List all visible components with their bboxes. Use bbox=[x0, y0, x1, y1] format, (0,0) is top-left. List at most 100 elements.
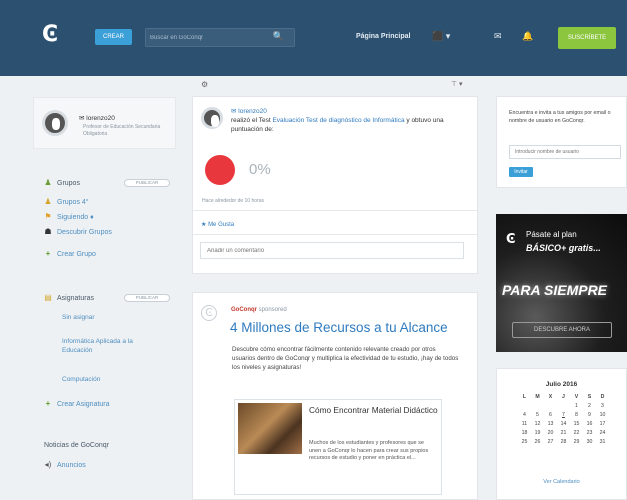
sidebar-subject-computacion[interactable]: Computación bbox=[62, 375, 100, 384]
sidebar-item-create-group[interactable]: + Crear Grupo bbox=[44, 249, 96, 258]
post-avatar[interactable] bbox=[201, 107, 223, 129]
profile-avatar[interactable] bbox=[42, 110, 68, 136]
calendar-day[interactable]: 28 bbox=[557, 438, 570, 446]
calendar-day[interactable]: 24 bbox=[596, 429, 609, 437]
sidebar-subjects-heading[interactable]: ▤ Asignaturas bbox=[44, 293, 94, 302]
calendar-empty bbox=[518, 402, 531, 410]
username-input[interactable] bbox=[509, 145, 621, 159]
find-friends-text: Encuentra e invita a tus amigos por emai… bbox=[509, 110, 611, 124]
feed-settings-icon[interactable]: ⚙ bbox=[201, 80, 208, 89]
promo-title[interactable]: Cómo Encontrar Material Didáctico bbox=[309, 405, 439, 415]
calendar-day[interactable]: 20 bbox=[544, 429, 557, 437]
calendar-day[interactable]: 4 bbox=[518, 411, 531, 419]
post-author[interactable]: ✉ lorenzo20 bbox=[231, 108, 267, 115]
calendar-empty bbox=[557, 402, 570, 410]
calendar-day[interactable]: 29 bbox=[570, 438, 583, 446]
like-button[interactable]: ★ Me Gusta bbox=[201, 221, 234, 228]
comment-input[interactable] bbox=[200, 242, 464, 259]
search-box: 🔍 bbox=[145, 28, 295, 47]
subjects-publish-pill[interactable]: PUBLICAR bbox=[124, 294, 170, 302]
notifications-icon[interactable]: 🔔 bbox=[522, 31, 533, 42]
flag-icon: ⚑ bbox=[44, 212, 52, 221]
calendar-day[interactable]: 19 bbox=[531, 429, 544, 437]
plus-icon: + bbox=[45, 399, 51, 408]
calendar-day[interactable]: 5 bbox=[531, 411, 544, 419]
comment-divider bbox=[193, 234, 477, 235]
banner-headline: PARA SIEMPRE bbox=[502, 282, 608, 298]
home-link[interactable]: Página Principal bbox=[356, 33, 410, 40]
sidebar-item-announcements[interactable]: ◂) Anuncios bbox=[44, 460, 86, 469]
feed-filter-icon[interactable]: ⊤ ▾ bbox=[451, 80, 463, 88]
sponsored-body: Descubre cómo encontrar fácilmente conte… bbox=[232, 346, 459, 371]
calendar-day[interactable]: 12 bbox=[531, 420, 544, 428]
calendar-empty bbox=[544, 402, 557, 410]
test-link[interactable]: Evaluación Test de diagnóstico de Inform… bbox=[272, 117, 404, 124]
sidebar-item-group-4[interactable]: ♟ Grupos 4° bbox=[44, 197, 88, 206]
view-calendar-link[interactable]: Ver Calendario bbox=[497, 479, 626, 485]
calendar-day[interactable]: 30 bbox=[583, 438, 596, 446]
calendar-day[interactable]: 6 bbox=[544, 411, 557, 419]
calendar-day[interactable]: 9 bbox=[583, 411, 596, 419]
search-input[interactable] bbox=[150, 32, 275, 44]
calendar-day[interactable]: 21 bbox=[557, 429, 570, 437]
sidebar-item-discover-groups[interactable]: ☗ Descubrir Grupos bbox=[44, 227, 111, 236]
create-button[interactable]: CREAR bbox=[95, 29, 132, 45]
promo-article-card[interactable]: Cómo Encontrar Material Didáctico Muchos… bbox=[234, 399, 442, 495]
calendar-weekday: X bbox=[548, 394, 553, 400]
calendar-day[interactable]: 10 bbox=[596, 411, 609, 419]
subscribe-button[interactable]: SUSCRÍBETE bbox=[558, 27, 616, 49]
calendar-day[interactable]: 16 bbox=[583, 420, 596, 428]
calendar-day[interactable]: 18 bbox=[518, 429, 531, 437]
calendar-day[interactable]: 2 bbox=[583, 402, 596, 410]
messages-icon[interactable]: ✉ bbox=[494, 31, 502, 42]
calendar-weekday: L bbox=[522, 394, 527, 400]
upgrade-banner[interactable]: Ͼ Pásate al plan BÁSICO+ gratis... PARA … bbox=[496, 214, 627, 352]
calendar-day[interactable]: 7 bbox=[557, 411, 570, 419]
sidebar-subject-informatica[interactable]: Informática Aplicada a la Educación bbox=[62, 337, 162, 355]
calendar-day[interactable]: 8 bbox=[570, 411, 583, 419]
promo-image[interactable] bbox=[238, 403, 302, 454]
sidebar-item-create-subject[interactable]: + Crear Asignatura bbox=[44, 399, 110, 408]
book-icon: ▤ bbox=[44, 293, 52, 302]
calendar-day[interactable]: 31 bbox=[596, 438, 609, 446]
calendar-day[interactable]: 13 bbox=[544, 420, 557, 428]
calendar-weekday: D bbox=[600, 394, 605, 400]
calendar-day[interactable]: 1 bbox=[570, 402, 583, 410]
user-menu-icon[interactable]: ⬛ ▾ bbox=[432, 31, 450, 42]
calendar-weekday: V bbox=[574, 394, 579, 400]
calendar-day[interactable]: 25 bbox=[518, 438, 531, 446]
banner-line1: Pásate al plan bbox=[526, 230, 577, 239]
groups-publish-pill[interactable]: PUBLICAR bbox=[124, 179, 170, 187]
calendar-day[interactable]: 23 bbox=[583, 429, 596, 437]
sponsored-title[interactable]: 4 Millones de Recursos a tu Alcance bbox=[230, 320, 448, 335]
groups-icon: ♟ bbox=[44, 178, 52, 187]
calendar-day[interactable]: 22 bbox=[570, 429, 583, 437]
sponsor-brand[interactable]: GoConqr bbox=[231, 307, 257, 313]
activity-text: ✉ lorenzo20 realizó el Test Evaluación T… bbox=[231, 107, 471, 134]
subjects-label: Asignaturas bbox=[57, 295, 94, 302]
banner-cta-button[interactable]: DESCUBRE AHORA bbox=[512, 322, 612, 338]
goconqr-logo[interactable]: Ͼ bbox=[42, 22, 68, 48]
calendar-day[interactable]: 17 bbox=[596, 420, 609, 428]
sidebar-item-label: Siguiendo ♦ bbox=[57, 214, 94, 221]
calendar-day[interactable]: 27 bbox=[544, 438, 557, 446]
sidebar-groups-heading[interactable]: ♟ Grupos bbox=[44, 178, 80, 187]
calendar-day[interactable]: 15 bbox=[570, 420, 583, 428]
sidebar-subject-unassigned[interactable]: Sin asignar bbox=[62, 313, 95, 322]
post-divider bbox=[193, 210, 477, 211]
score-pie-icon bbox=[205, 155, 235, 185]
group-badge-icon: ♟ bbox=[44, 197, 52, 206]
search-icon[interactable]: 🔍 bbox=[273, 31, 284, 42]
calendar-day[interactable]: 11 bbox=[518, 420, 531, 428]
invite-button[interactable]: Invitar bbox=[509, 167, 533, 177]
thumbs-up-icon: ★ bbox=[201, 222, 207, 228]
sidebar-item-following[interactable]: ⚑ Siguiendo ♦ bbox=[44, 212, 94, 221]
calendar-day[interactable]: 26 bbox=[531, 438, 544, 446]
profile-name-row: ✉ lorenzo20 bbox=[79, 114, 115, 122]
profile-name[interactable]: lorenzo20 bbox=[86, 115, 115, 122]
calendar-weekday: M bbox=[535, 394, 540, 400]
calendar-day[interactable]: 3 bbox=[596, 402, 609, 410]
building-icon: ☗ bbox=[44, 227, 52, 236]
calendar-day[interactable]: 14 bbox=[557, 420, 570, 428]
sidebar-item-label: Crear Asignatura bbox=[57, 401, 110, 408]
